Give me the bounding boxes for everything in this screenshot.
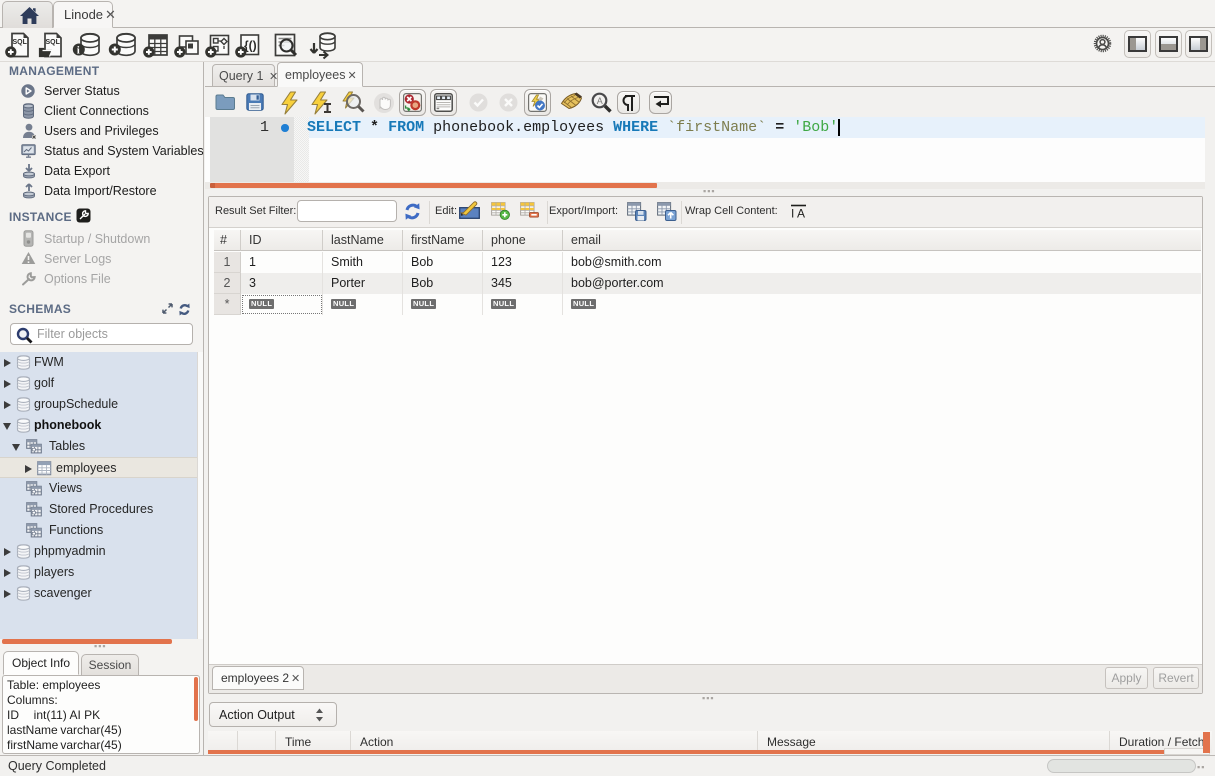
svg-text:A: A [597, 96, 603, 106]
svg-text:I: I [791, 207, 794, 221]
svg-text:SQL: SQL [46, 39, 61, 46]
svg-text:A: A [797, 207, 805, 221]
svg-text:i: i [77, 45, 80, 57]
svg-text:SQL: SQL [13, 39, 28, 46]
